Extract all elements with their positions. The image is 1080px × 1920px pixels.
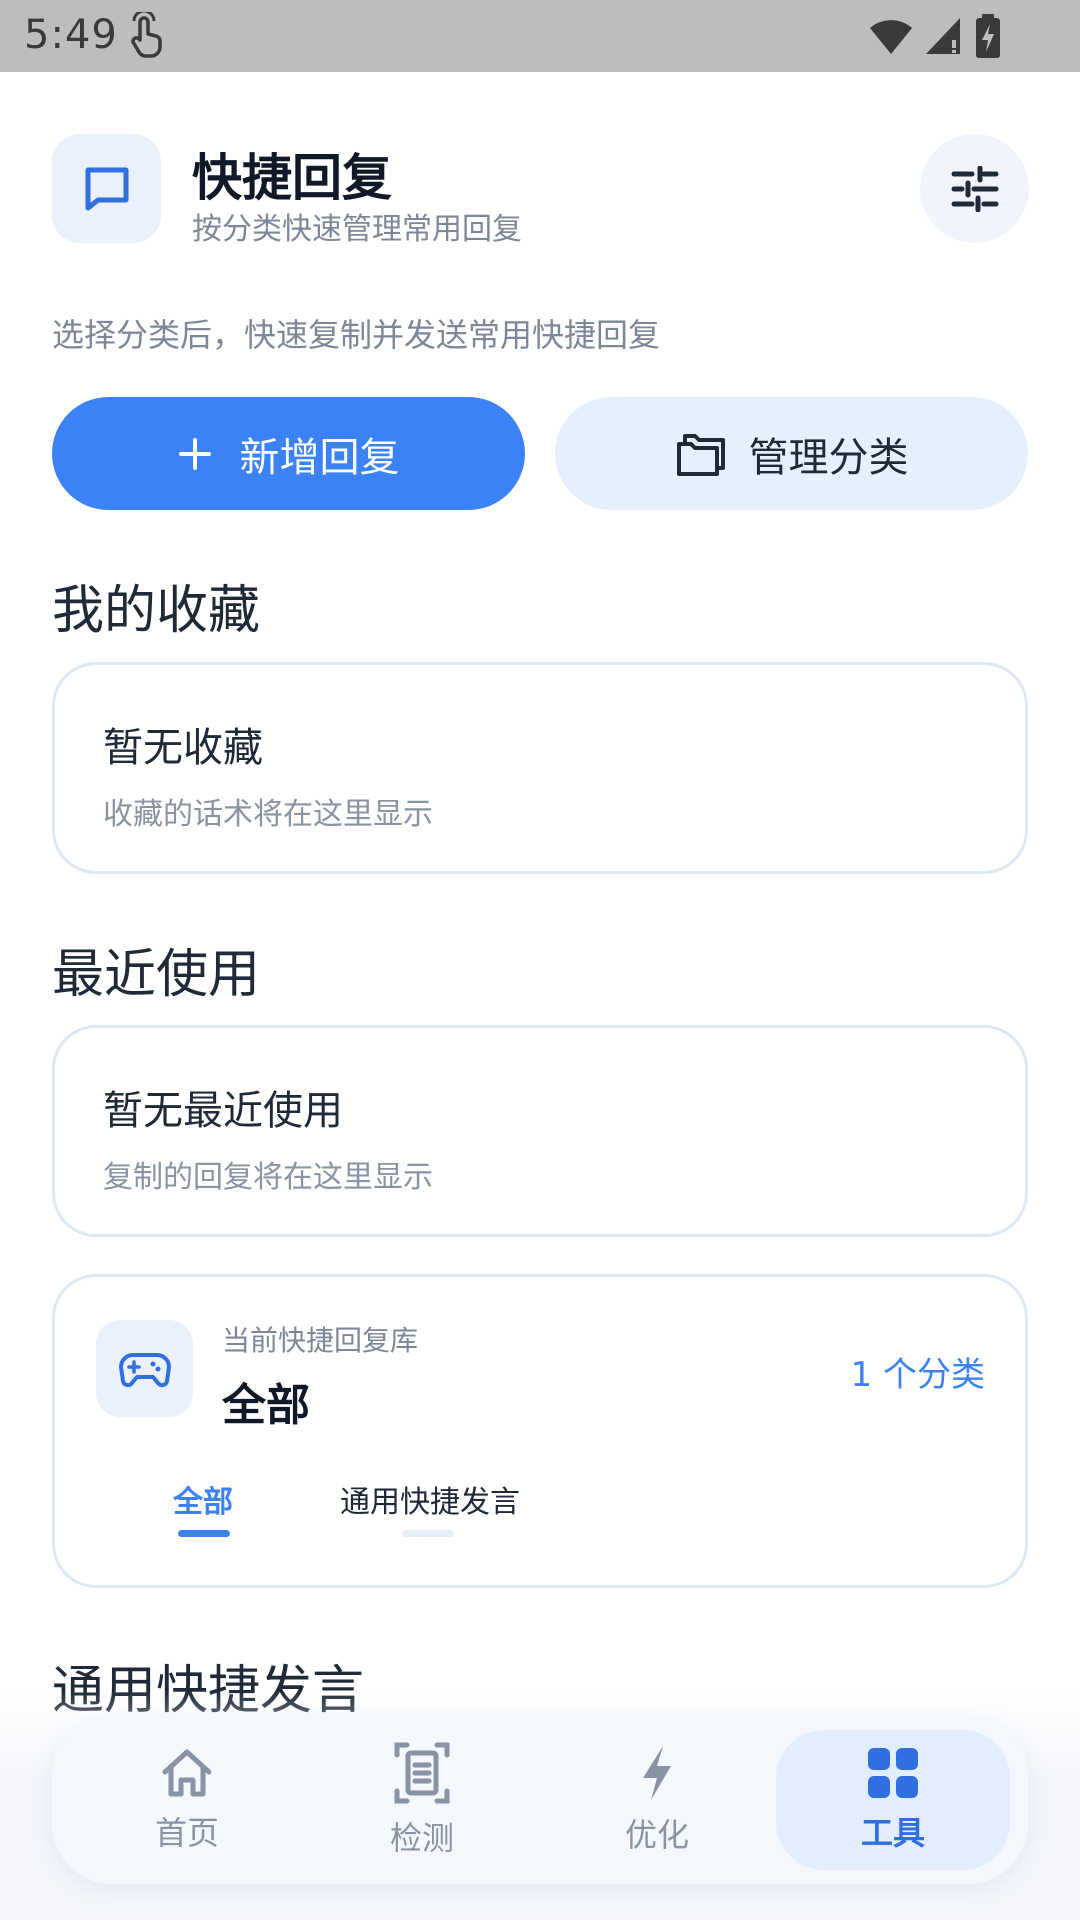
nav-label-home: 首页 [154,1814,219,1852]
status-bar: 5:49 [0,0,1080,72]
nav-label-optimize: 优化 [624,1816,689,1854]
intro-text: 选择分类后，快速复制并发送常用快捷回复 [52,316,661,354]
recent-empty-desc: 复制的回复将在这里显示 [103,1160,433,1195]
folder-icon [676,433,725,476]
grid-icon [868,1748,918,1798]
home-icon [162,1749,212,1797]
status-time: 5:49 [24,12,118,58]
page-title: 快捷回复 [192,149,392,207]
sliders-icon [951,165,998,212]
tab-general-quick-replies[interactable]: 通用快捷发言 [340,1477,520,1521]
filter-settings-button[interactable] [920,134,1029,243]
library-caption: 当前快捷回复库 [222,1324,419,1357]
manage-categories-label: 管理分类 [748,434,909,481]
status-icons [868,14,1002,58]
touch-indicator-icon [131,12,162,58]
category-count[interactable]: 1 个分类 [851,1347,985,1396]
battery-charging-icon [976,14,1000,58]
library-icon-box [96,1320,193,1417]
page-subtitle: 按分类快速管理常用回复 [192,212,522,247]
tab-all[interactable]: 全部 [173,1477,233,1521]
add-reply-button[interactable]: 新增回复 [52,397,525,510]
reply-library-card: 当前快捷回复库 全部 1 个分类 全部 通用快捷发言 [52,1274,1028,1588]
recent-empty-card: 暂无最近使用 复制的回复将在这里显示 [52,1025,1028,1237]
nav-label-scan: 检测 [389,1819,454,1857]
favorites-section-title: 我的收藏 [52,581,261,641]
favorites-empty-title: 暂无收藏 [103,725,263,771]
wifi-icon [870,20,912,54]
gamepad-icon [118,1352,171,1387]
bottom-navigation: 首页 检测 优化 工具 [52,1714,1028,1884]
add-reply-label: 新增回复 [239,434,400,481]
nav-label-tools: 工具 [860,1814,925,1852]
lightning-icon [643,1746,671,1800]
chat-bubble-icon-box [52,134,161,243]
nav-item-home[interactable]: 首页 [70,1730,304,1870]
library-name: 全部 [222,1380,310,1431]
nav-item-optimize[interactable]: 优化 [540,1730,774,1870]
tab-all-indicator [178,1530,230,1537]
manage-categories-button[interactable]: 管理分类 [555,397,1028,510]
favorites-empty-card: 暂无收藏 收藏的话术将在这里显示 [52,662,1028,874]
recent-empty-title: 暂无最近使用 [103,1088,343,1134]
nav-item-scan[interactable]: 检测 [305,1730,539,1870]
scan-icon [394,1742,450,1804]
chat-bubble-icon [85,167,128,210]
tab-general-indicator [402,1530,454,1537]
quick-reply-screen: 5:49 快捷回复 按分类快速管理常用回复 选择分类后，快速复制并发送常用快捷回… [0,0,1080,1920]
nav-item-tools[interactable]: 工具 [776,1730,1010,1870]
favorites-empty-desc: 收藏的话术将在这里显示 [103,797,433,832]
recent-section-title: 最近使用 [52,945,261,1005]
cell-signal-icon [926,18,960,54]
plus-icon [178,437,211,470]
